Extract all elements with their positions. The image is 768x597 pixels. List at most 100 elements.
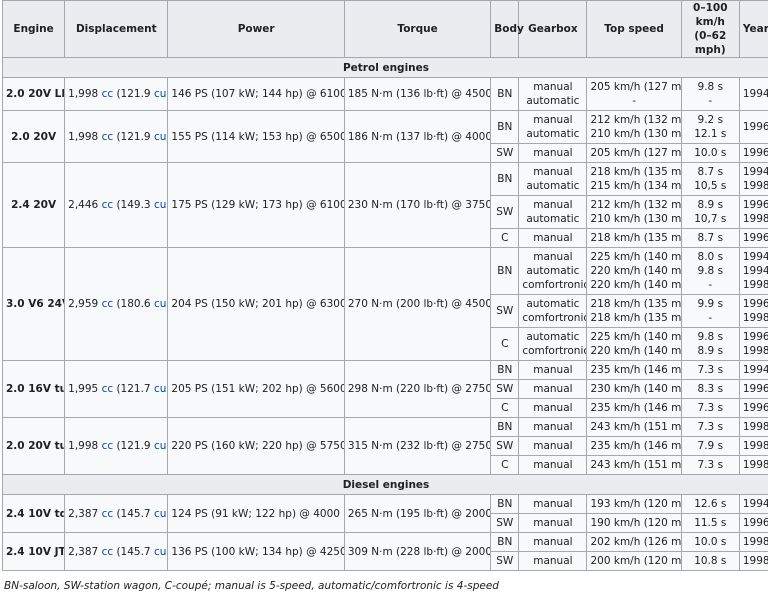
top-speed: 230 km/h (140 mph) — [586, 379, 682, 399]
header-top-speed: Top speed — [586, 0, 682, 58]
top-speed-line: 230 km/h (140 mph) — [590, 383, 682, 395]
cu-in-link[interactable]: cu in — [154, 508, 167, 520]
year-line: 1998 — [742, 180, 768, 192]
gearbox: manual — [518, 455, 588, 475]
cu-in-link[interactable]: cu in — [154, 131, 167, 143]
body-type: BN — [490, 417, 520, 437]
acceleration: 7.3 s — [680, 417, 740, 437]
acceleration: 11.5 s — [680, 513, 740, 533]
cc-link[interactable]: cc — [102, 508, 114, 520]
acceleration-line: - — [708, 279, 713, 291]
cc-link[interactable]: cc — [102, 199, 114, 211]
cu-in-link[interactable]: cu in — [154, 298, 167, 310]
gearbox-line: manual — [533, 383, 573, 395]
cu-in-link[interactable]: cu in — [154, 383, 167, 395]
top-speed-line: 225 km/h (140 mph) — [590, 251, 682, 263]
top-speed: 225 km/h (140 mph) 220 km/h (140 mph) 220 … — [586, 247, 682, 295]
top-speed-line: 212 km/h (132 mph) — [590, 199, 682, 211]
acceleration-line: 7.3 s — [697, 364, 724, 376]
body-type: C — [490, 398, 520, 418]
body-type: BN — [490, 360, 520, 380]
top-speed-line: 243 km/h (151 mph) — [590, 459, 682, 471]
acceleration-line: 10.8 s — [694, 555, 727, 567]
acceleration-line: 12.1 s — [694, 128, 727, 140]
torque: 265 N·m (195 lb·ft) @ 2000 rpm — [343, 494, 492, 533]
gearbox-line: automatic — [526, 95, 580, 107]
year-line: 1996 — [742, 517, 768, 529]
year-line: 1998 — [742, 279, 768, 291]
top-speed-line: 218 km/h (135 mph) — [590, 232, 682, 244]
gearbox: automatic comfortronic — [518, 294, 588, 328]
top-speed-line: 220 km/h (140 mph) — [590, 345, 682, 357]
displacement-cc-value: 2,387 — [68, 545, 102, 558]
acceleration-line: 8.0 s — [697, 251, 724, 263]
table-body: Petrol engines 2.0 20V LE 1,998 cc (121.9… — [1, 57, 768, 571]
gearbox-line: manual — [533, 166, 573, 178]
table-row: 2.0 20V1,998 cc (121.9 cu in)155 PS (114… — [1, 110, 768, 163]
top-speed-line: 205 km/h (127 mph) — [590, 147, 682, 159]
displacement: 2,959 cc (180.6 cu in) — [64, 247, 169, 361]
gearbox-line: manual — [533, 555, 573, 567]
displacement-cuin-value: (121.9 — [113, 440, 154, 452]
power: 136 PS (100 kW; 134 hp) @ 4250 rpm — [167, 532, 345, 571]
cu-in-link[interactable]: cu in — [154, 88, 167, 100]
gearbox: manual — [518, 436, 588, 456]
year: 1994 — [738, 360, 768, 380]
gearbox: manual — [518, 228, 588, 248]
gearbox-line: manual — [533, 421, 573, 433]
cu-in-link[interactable]: cu in — [154, 546, 167, 558]
year: 1998 — [738, 455, 768, 475]
acceleration-line: 8.7 s — [697, 232, 724, 244]
cc-link[interactable]: cc — [102, 131, 114, 143]
year: 1994 1998 — [738, 162, 768, 196]
cu-in-link[interactable]: cu in — [154, 440, 167, 452]
cc-link[interactable]: cc — [102, 383, 114, 395]
top-speed-line: 220 km/h (140 mph) — [590, 279, 682, 291]
table-row: 2.0 16V turbo1,995 cc (121.7 cu in)205 P… — [1, 360, 768, 418]
top-speed-line: 235 km/h (146 mph) — [590, 364, 682, 376]
year: 1998 — [738, 436, 768, 456]
table-row: 2.4 20V2,446 cc (149.3 cu in)175 PS (129… — [1, 162, 768, 248]
displacement-cuin-value: (121.7 — [113, 383, 154, 395]
gearbox: manual — [518, 360, 588, 380]
year: 1996 — [738, 398, 768, 418]
header-displacement: Displacement — [64, 0, 169, 58]
gearbox-line: manual — [533, 536, 573, 548]
top-speed: 218 km/h (135 mph) 218 km/h (135 mph) — [586, 294, 682, 328]
displacement-cuin-value: (145.7 — [113, 507, 154, 520]
acceleration: 9.9 s - — [680, 294, 740, 328]
engine-name: 2.0 16V turbo — [1, 360, 66, 418]
body-type: C — [490, 228, 520, 248]
year-line: 1996 — [742, 402, 768, 414]
gearbox: manual automatic — [518, 195, 588, 229]
displacement-cuin-value: (149.3 — [113, 199, 154, 211]
year-line: 1998 — [742, 421, 768, 433]
cc-link[interactable]: cc — [102, 546, 114, 558]
year: 1996 1998 — [738, 294, 768, 328]
footnote: BN-saloon, SW-station wagon, C-coupé; ma… — [4, 580, 499, 592]
table-row: 2.4 10V JTD2,387 cc (145.7 cu in)136 PS … — [1, 532, 768, 571]
top-speed-line: 243 km/h (151 mph) — [590, 421, 682, 433]
year-line: 1996 — [742, 383, 768, 395]
gearbox: manual automatic — [518, 77, 588, 111]
top-speed: 190 km/h (120 mph) — [586, 513, 682, 533]
cc-link[interactable]: cc — [102, 88, 114, 100]
acceleration: 9.2 s 12.1 s — [680, 110, 740, 144]
year-line: 1996 — [742, 331, 768, 343]
top-speed: 243 km/h (151 mph) — [586, 455, 682, 475]
gearbox-line: manual — [533, 402, 573, 414]
cc-link[interactable]: cc — [102, 440, 114, 452]
year-line: 1998 — [742, 459, 768, 471]
year: 1996 1998 — [738, 327, 768, 361]
section-heading: Diesel engines — [2, 474, 768, 495]
year-line: 1996 — [742, 199, 768, 211]
body-type: BN — [490, 110, 520, 144]
top-speed: 243 km/h (151 mph) — [586, 417, 682, 437]
cc-link[interactable]: cc — [102, 298, 114, 310]
gearbox-line: automatic — [526, 180, 580, 192]
acceleration-line: 7.9 s — [697, 440, 724, 452]
header-body: Body — [490, 0, 524, 58]
displacement-cc-value: 2,446 — [68, 199, 102, 211]
power: 205 PS (151 kW; 202 hp) @ 5600 rpm — [167, 360, 345, 418]
cu-in-link[interactable]: cu in — [154, 199, 167, 211]
